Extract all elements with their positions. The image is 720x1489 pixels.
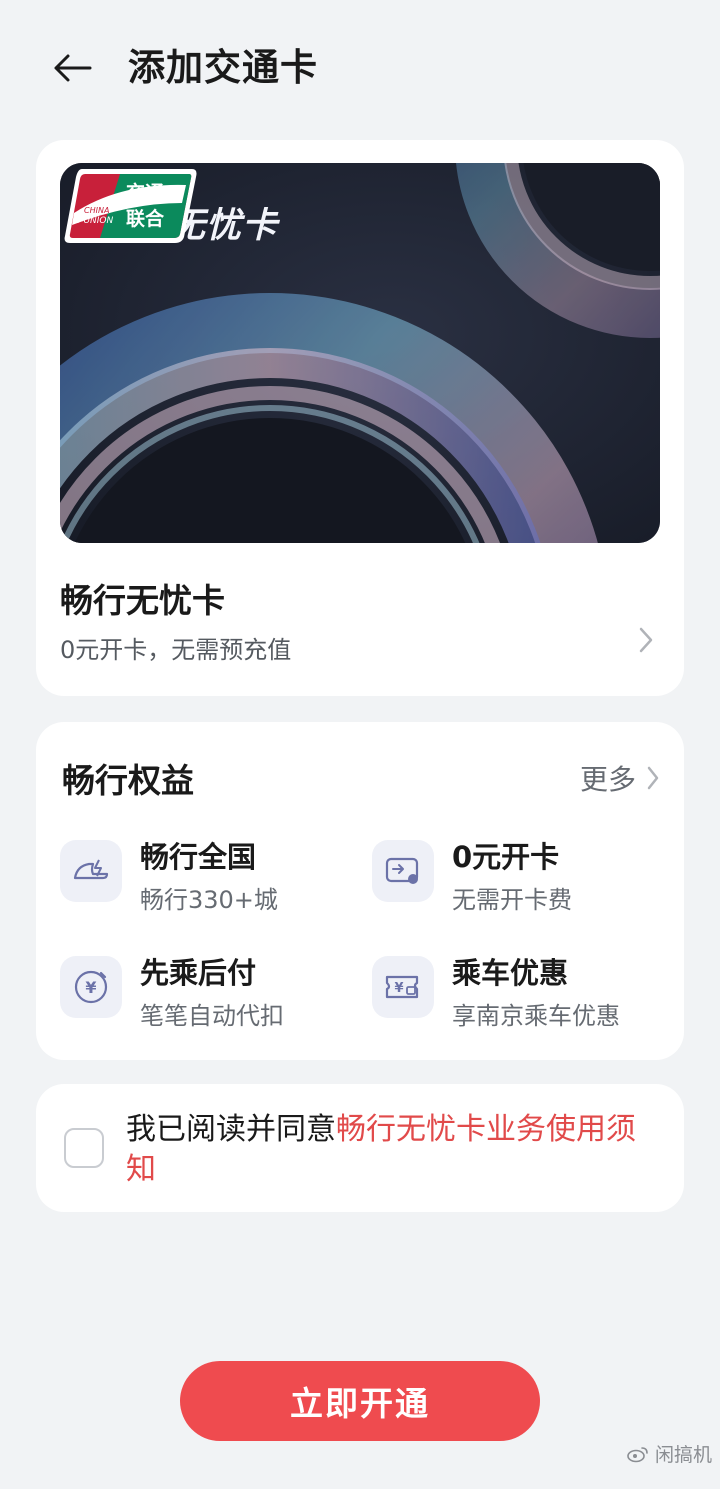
benefit-desc: 畅行330+城 xyxy=(140,886,278,914)
agreement-prefix: 我已阅读并同意 xyxy=(126,1112,336,1147)
benefit-title: 畅行全国 xyxy=(140,840,257,874)
watermark: 闲搞机 xyxy=(627,1440,712,1467)
benefits-title: 畅行权益 xyxy=(62,761,194,800)
coupon-icon: ¥ xyxy=(372,956,434,1018)
benefit-item: 0元开卡 无需开卡费 xyxy=(348,828,648,918)
benefit-item: ¥ 乘车优惠 享南京乘车优惠 xyxy=(348,944,648,1034)
card-name: 畅行无忧卡 xyxy=(60,581,225,620)
svg-text:CHINA: CHINA xyxy=(84,206,109,215)
svg-text:交通: 交通 xyxy=(126,181,165,204)
china-t-union-logo: 交通 联合 CHINA T-UNION xyxy=(64,169,197,243)
card-subtitle: 0元开卡，无需预充值 xyxy=(60,636,292,664)
svg-text:¥: ¥ xyxy=(394,981,403,996)
card-info-row[interactable]: 畅行无忧卡 0元开卡，无需预充值 xyxy=(60,578,660,678)
back-button[interactable] xyxy=(46,44,98,92)
agreement-text: 我已阅读并同意畅行无忧卡业务使用须知 xyxy=(126,1110,656,1190)
card-panel: 畅行无忧卡 交通 联合 CHINA T-UNION 畅行无忧卡 0元开卡，无需预… xyxy=(36,140,684,696)
benefit-title: 0元开卡 xyxy=(452,840,560,874)
svg-text:¥: ¥ xyxy=(85,978,96,997)
benefit-desc: 享南京乘车优惠 xyxy=(452,1002,620,1030)
benefits-panel: 畅行权益 更多 畅行全国 畅行330+城 0元开卡 无需开卡费 ¥ 先乘后付 笔… xyxy=(36,722,684,1060)
benefit-item: ¥ 先乘后付 笔笔自动代扣 xyxy=(36,944,336,1034)
svg-text:联合: 联合 xyxy=(126,207,165,230)
benefit-desc: 笔笔自动代扣 xyxy=(140,1002,284,1030)
card-image: 畅行无忧卡 交通 联合 CHINA T-UNION xyxy=(60,163,660,543)
page-title: 添加交通卡 xyxy=(128,46,318,89)
more-benefits-link[interactable]: 更多 xyxy=(580,758,660,798)
svg-text:T-UNION: T-UNION xyxy=(76,216,114,226)
weibo-icon xyxy=(627,1446,648,1462)
back-arrow-icon xyxy=(54,54,92,82)
agreement-checkbox[interactable] xyxy=(64,1128,104,1168)
card-icon xyxy=(372,840,434,902)
activate-now-button[interactable]: 立即开通 xyxy=(180,1361,540,1441)
more-label: 更多 xyxy=(579,763,636,796)
benefit-item: 畅行全国 畅行330+城 xyxy=(36,828,336,918)
chevron-right-icon xyxy=(639,627,653,653)
watermark-text: 闲搞机 xyxy=(654,1444,712,1466)
train-speed-icon xyxy=(60,840,122,902)
yuan-ride-icon: ¥ xyxy=(60,956,122,1018)
agreement-panel: 我已阅读并同意畅行无忧卡业务使用须知 xyxy=(36,1084,684,1212)
benefit-title: 乘车优惠 xyxy=(452,956,569,990)
benefit-desc: 无需开卡费 xyxy=(452,886,572,914)
chevron-right-icon xyxy=(647,766,659,790)
header: 添加交通卡 xyxy=(0,0,720,140)
benefit-title: 先乘后付 xyxy=(140,956,257,990)
